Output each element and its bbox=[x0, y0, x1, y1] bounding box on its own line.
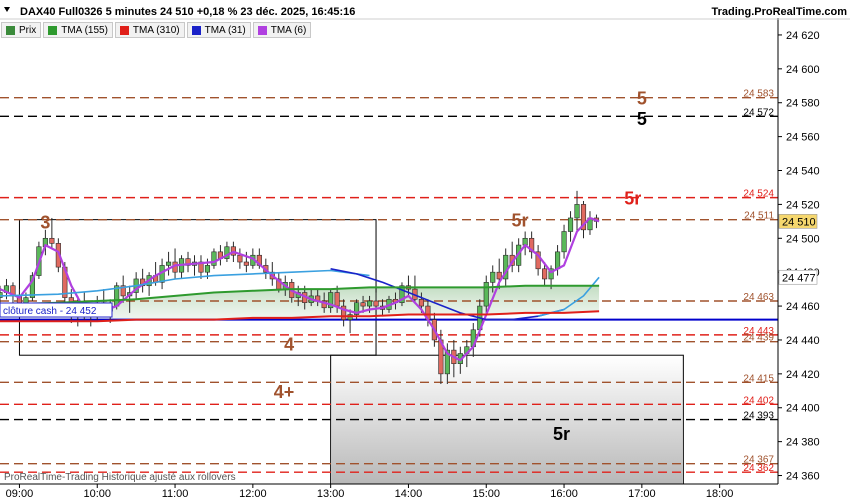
level-annotation: 5r bbox=[511, 211, 528, 231]
x-tick-label: 10:00 bbox=[83, 488, 111, 500]
legend-item[interactable]: TMA (31) bbox=[186, 22, 251, 38]
candle-body bbox=[49, 237, 55, 244]
level-annotation: 3 bbox=[40, 212, 50, 232]
x-tick-label: 14:00 bbox=[395, 488, 423, 500]
footer-note: ProRealTime-Trading Historique ajusté au… bbox=[4, 472, 236, 483]
level-label: 24 572 bbox=[743, 107, 774, 118]
y-tick-label: 24 500 bbox=[786, 233, 820, 245]
level-label: 24 583 bbox=[743, 89, 774, 100]
y-tick-label: 24 580 bbox=[786, 98, 820, 110]
y-tick-label: 24 420 bbox=[786, 369, 820, 381]
candle-body bbox=[574, 204, 580, 219]
legend-swatch-icon bbox=[6, 25, 15, 35]
legend-label: TMA (6) bbox=[270, 24, 307, 36]
price-chart[interactable]: 24 58324 57224 52424 51124 46324 44324 4… bbox=[0, 0, 850, 500]
candle-body bbox=[542, 268, 548, 280]
y-tick-label: 24 460 bbox=[786, 301, 820, 313]
price-tag-label: 24 510 bbox=[782, 216, 816, 228]
menu-arrow-icon[interactable] bbox=[4, 7, 10, 12]
legend-label: TMA (31) bbox=[204, 24, 246, 36]
y-tick-label: 24 440 bbox=[786, 335, 820, 347]
level-label: 24 439 bbox=[743, 333, 774, 344]
candle-body bbox=[360, 302, 366, 307]
y-tick-label: 24 360 bbox=[786, 471, 820, 483]
cloture-cash-text: clôture cash - 24 452 bbox=[3, 306, 97, 317]
x-tick-label: 17:00 bbox=[628, 488, 656, 500]
level-label: 24 402 bbox=[743, 395, 774, 406]
y-axis: 24 360 24 380 24 400 24 420 24 440 24 460 24 4… bbox=[778, 30, 820, 483]
y-tick-label: 24 620 bbox=[786, 30, 820, 42]
legend-label: Prix bbox=[19, 24, 37, 36]
cloture-cash-label: clôture cash - 24 452 bbox=[0, 302, 113, 318]
level-annotation: 4 bbox=[284, 334, 294, 354]
y-tick-label: 24 400 bbox=[786, 403, 820, 415]
y-tick-label: 24 600 bbox=[786, 64, 820, 76]
legend-item[interactable]: TMA (6) bbox=[252, 22, 312, 38]
x-tick-label: 16:00 bbox=[550, 488, 578, 500]
candle-body bbox=[490, 271, 496, 283]
x-tick-label: 12:00 bbox=[239, 488, 267, 500]
level-annotation: 5 bbox=[637, 109, 647, 129]
x-tick-label: 15:00 bbox=[472, 488, 500, 500]
x-tick-label: 13:00 bbox=[317, 488, 345, 500]
candle-body bbox=[204, 265, 211, 273]
candle-body bbox=[211, 251, 217, 266]
level-label: 24 524 bbox=[743, 189, 774, 200]
level-annotation: 5r bbox=[553, 424, 570, 444]
legend-swatch-icon bbox=[119, 25, 129, 35]
y-tick-label: 24 540 bbox=[786, 166, 820, 178]
y-tick-label: 24 560 bbox=[786, 132, 820, 144]
candle-body bbox=[418, 298, 424, 307]
candle-body bbox=[366, 300, 373, 307]
x-tick-label: 09:00 bbox=[6, 488, 34, 500]
legend-swatch-icon bbox=[191, 25, 201, 35]
candle-body bbox=[243, 261, 249, 266]
price-tag-label: 24 477 bbox=[782, 272, 816, 284]
level-label: 24 415 bbox=[743, 373, 774, 384]
candle-body bbox=[373, 300, 379, 307]
candle-body bbox=[334, 292, 340, 307]
level-label: 24 511 bbox=[744, 211, 774, 222]
level-annotation: 4+ bbox=[274, 382, 295, 402]
x-tick-label: 18:00 bbox=[706, 488, 734, 500]
candle-body bbox=[554, 251, 561, 270]
legend: Prix TMA (155) TMA (310) TMA (31) TMA (6) bbox=[1, 22, 313, 38]
brand-label: Trading.ProRealTime.com bbox=[711, 6, 847, 18]
legend-label: TMA (310) bbox=[132, 24, 180, 36]
candle-body bbox=[483, 282, 489, 307]
level-label: 24 463 bbox=[743, 292, 774, 303]
level-label: 24 393 bbox=[743, 411, 774, 422]
level-label: 24 362 bbox=[743, 463, 774, 474]
candle-body bbox=[567, 217, 574, 232]
y-tick-label: 24 520 bbox=[786, 199, 820, 211]
legend-item[interactable]: TMA (310) bbox=[114, 22, 185, 38]
legend-item[interactable]: Prix bbox=[1, 22, 42, 38]
candle-body bbox=[237, 254, 243, 263]
legend-swatch-icon bbox=[257, 25, 267, 35]
x-axis: 09:00 10:00 11:00 12:00 13:00 14:00 15:00 16:00… bbox=[6, 484, 734, 500]
x-tick-label: 11:00 bbox=[162, 488, 189, 500]
price-tags: 24 510 24 477 bbox=[778, 214, 818, 285]
candle-body bbox=[561, 231, 567, 253]
candle-body bbox=[165, 261, 172, 266]
level-annotation: 5r bbox=[624, 189, 641, 209]
level-annotation: 5 bbox=[637, 89, 647, 109]
legend-item[interactable]: TMA (155) bbox=[43, 22, 113, 38]
legend-swatch-icon bbox=[48, 25, 58, 35]
chart-title: DAX40 Full0326 5 minutes 24 510 +0,18 % … bbox=[20, 6, 355, 18]
y-tick-label: 24 380 bbox=[786, 437, 820, 449]
legend-label: TMA (155) bbox=[61, 24, 108, 36]
